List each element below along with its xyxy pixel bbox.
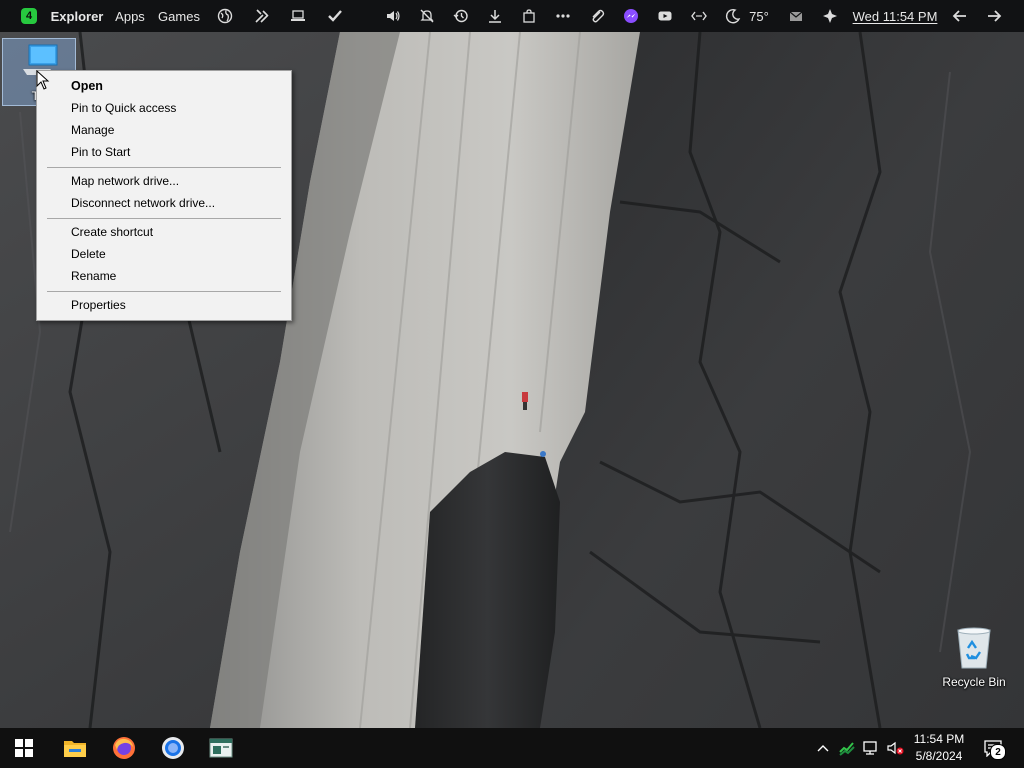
file-explorer-icon[interactable] xyxy=(56,728,94,768)
volume-muted-icon[interactable] xyxy=(884,728,906,768)
tray-clock[interactable]: 11:54 PM 5/8/2024 xyxy=(904,731,974,765)
download-icon[interactable] xyxy=(484,0,506,32)
mail-icon[interactable] xyxy=(785,0,807,32)
menu-games[interactable]: Games xyxy=(158,0,200,32)
recycle-bin-icon xyxy=(957,627,991,669)
sparkle-icon[interactable] xyxy=(819,0,841,32)
history-icon[interactable] xyxy=(450,0,472,32)
paperclip-icon[interactable] xyxy=(586,0,608,32)
menu-item-rename[interactable]: Rename xyxy=(37,265,291,287)
windows-logo-icon xyxy=(15,739,33,757)
shopping-bag-icon[interactable] xyxy=(518,0,540,32)
network-activity-icon[interactable] xyxy=(836,728,858,768)
menu-item-manage[interactable]: Manage xyxy=(37,119,291,141)
youtube-icon[interactable] xyxy=(654,0,676,32)
menu-item-open[interactable]: Open xyxy=(37,75,291,97)
bell-muted-icon[interactable] xyxy=(416,0,438,32)
menu-item-map-network-drive[interactable]: Map network drive... xyxy=(37,170,291,192)
menu-item-properties[interactable]: Properties xyxy=(37,294,291,316)
taskbar: 11:54 PM 5/8/2024 xyxy=(0,728,1024,768)
workspace-indicator[interactable]: 4 xyxy=(20,0,38,32)
menu-item-disconnect-network-drive[interactable]: Disconnect network drive... xyxy=(37,192,291,214)
terminal-window-icon[interactable] xyxy=(202,728,240,768)
menu-explorer[interactable]: Explorer xyxy=(51,0,104,32)
menu-apps[interactable]: Apps xyxy=(114,0,146,32)
forward-arrow-icon[interactable] xyxy=(983,0,1005,32)
menu-separator xyxy=(47,167,281,168)
more-dots-icon[interactable] xyxy=(552,0,574,32)
menu-item-delete[interactable]: Delete xyxy=(37,243,291,265)
code-icon[interactable] xyxy=(688,0,710,32)
recycle-bin-desktop-icon[interactable]: Recycle Bin xyxy=(938,626,1010,689)
mouse-cursor-icon xyxy=(36,70,50,90)
notification-badge: 2 xyxy=(990,744,1006,760)
chrome-icon[interactable] xyxy=(154,728,192,768)
tray-time: 11:54 PM xyxy=(913,732,965,746)
menu-separator xyxy=(47,291,281,292)
workspace-number: 4 xyxy=(21,8,37,24)
back-arrow-icon[interactable] xyxy=(949,0,971,32)
moon-icon[interactable] xyxy=(722,0,744,32)
top-menu-bar: 4 Explorer Apps Games 75° Wed 11:54 PM xyxy=(0,0,1024,32)
network-icon[interactable] xyxy=(860,728,882,768)
menu-separator xyxy=(47,218,281,219)
context-menu: Open Pin to Quick access Manage Pin to S… xyxy=(36,70,292,321)
menu-item-create-shortcut[interactable]: Create shortcut xyxy=(37,221,291,243)
menu-item-pin-quick-access[interactable]: Pin to Quick access xyxy=(37,97,291,119)
checkmark-icon[interactable] xyxy=(324,0,346,32)
menu-item-pin-to-start[interactable]: Pin to Start xyxy=(37,141,291,163)
tools-icon[interactable] xyxy=(251,0,273,32)
firefox-icon[interactable] xyxy=(105,728,143,768)
tray-date: 5/8/2024 xyxy=(915,749,963,763)
globe-icon[interactable] xyxy=(214,0,236,32)
chevron-up-icon[interactable] xyxy=(812,728,834,768)
start-button[interactable] xyxy=(0,728,48,768)
laptop-icon[interactable] xyxy=(287,0,309,32)
topbar-clock[interactable]: Wed 11:54 PM xyxy=(853,0,938,32)
messenger-icon[interactable] xyxy=(620,0,642,32)
volume-icon[interactable] xyxy=(382,0,404,32)
recycle-bin-label: Recycle Bin xyxy=(942,675,1006,689)
weather-temperature[interactable]: 75° xyxy=(746,0,772,32)
